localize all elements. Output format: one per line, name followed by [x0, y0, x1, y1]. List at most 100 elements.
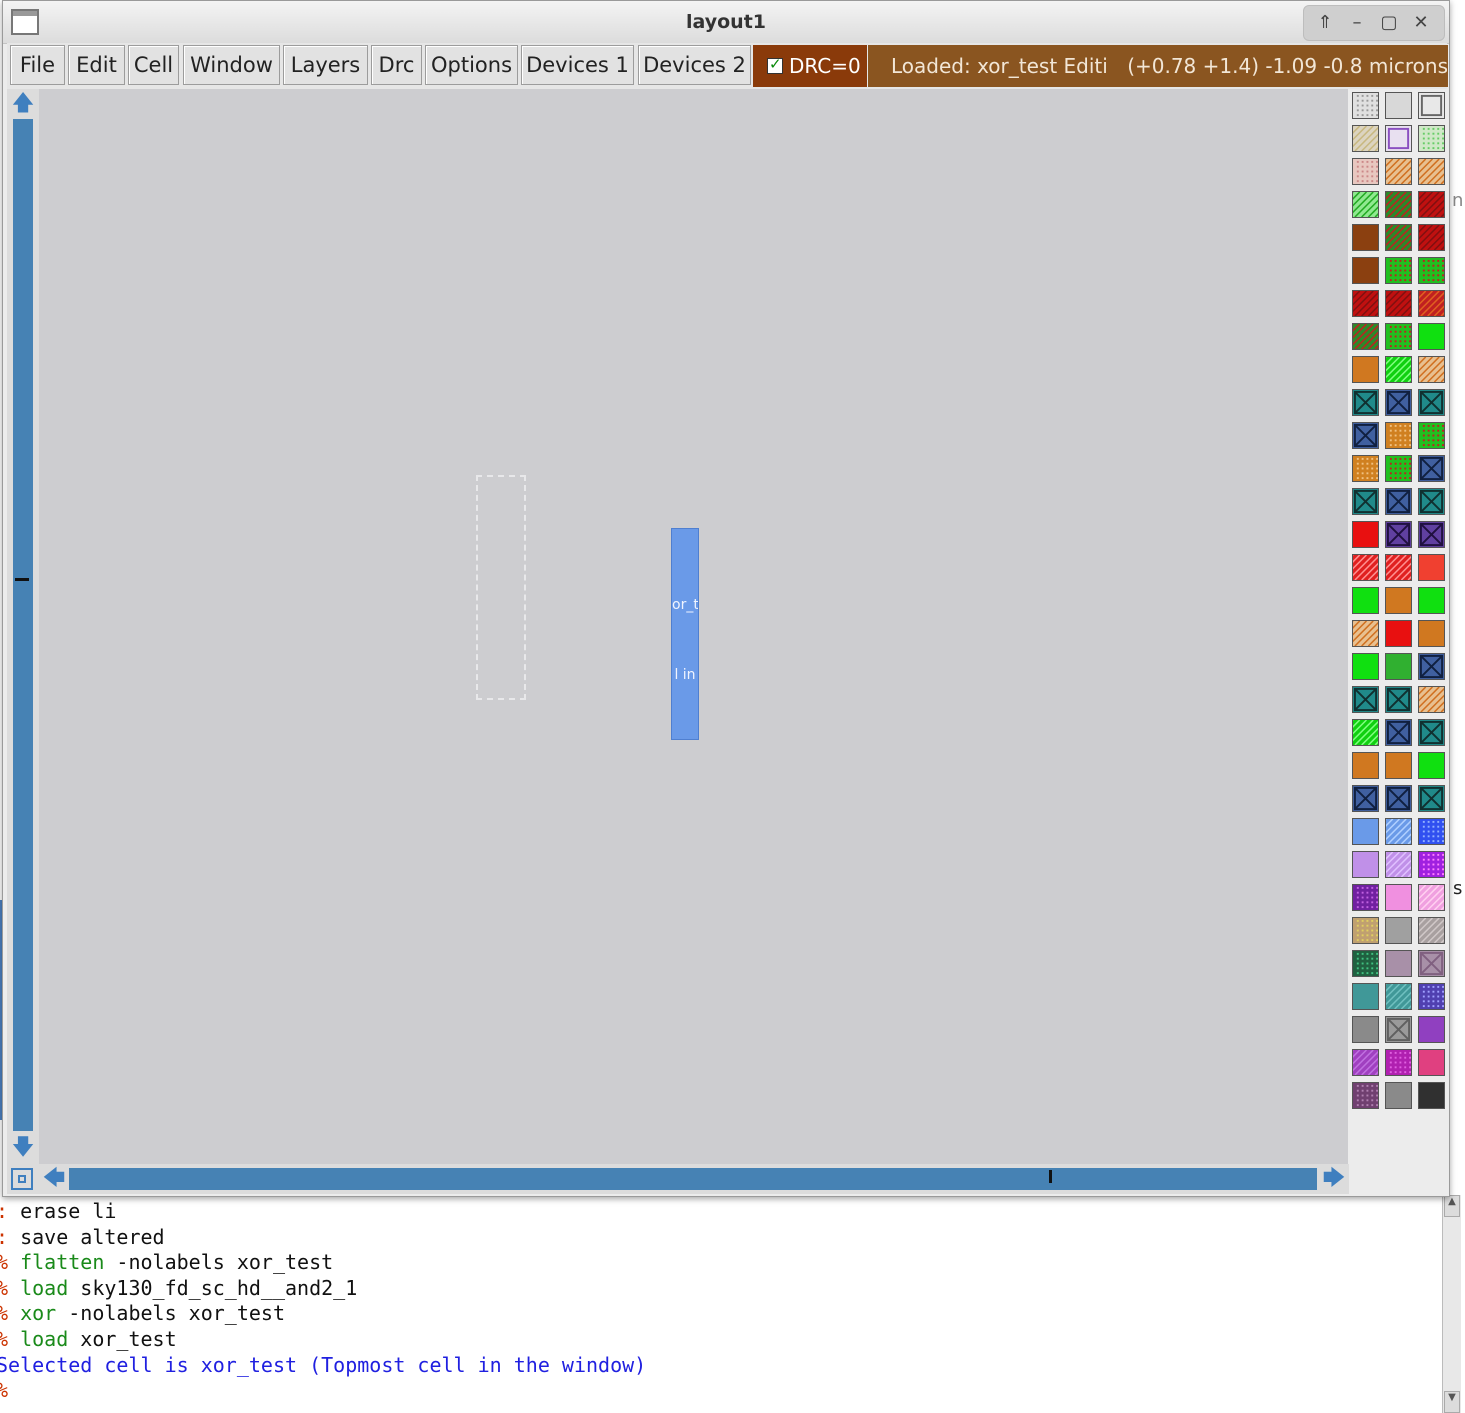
layer-swatch[interactable] — [1418, 752, 1445, 779]
cell-instance[interactable]: or_te l in — [671, 528, 699, 740]
menu-window[interactable]: Window — [183, 45, 280, 85]
layer-swatch[interactable] — [1418, 422, 1445, 449]
layer-swatch[interactable] — [1418, 158, 1445, 185]
layer-swatch[interactable] — [1352, 257, 1379, 284]
layer-swatch[interactable] — [1352, 455, 1379, 482]
console-scrollbar[interactable]: ▲ ▼ — [1442, 1195, 1461, 1413]
layer-swatch[interactable] — [1385, 851, 1412, 878]
layer-swatch[interactable] — [1352, 191, 1379, 218]
layer-swatch[interactable] — [1385, 389, 1412, 416]
console-scroll-up-icon[interactable]: ▲ — [1444, 1195, 1460, 1217]
layer-swatch[interactable] — [1418, 356, 1445, 383]
layer-swatch[interactable] — [1418, 686, 1445, 713]
layer-swatch[interactable] — [1385, 1049, 1412, 1076]
drc-toggle[interactable]: DRC=0 — [753, 45, 867, 87]
layer-swatch[interactable] — [1418, 1016, 1445, 1043]
scroll-right-icon[interactable]: 🡆 — [1321, 1166, 1347, 1192]
layer-swatch[interactable] — [1385, 587, 1412, 614]
maximize-icon[interactable]: ▢ — [1376, 10, 1402, 36]
layer-swatch[interactable] — [1352, 92, 1379, 119]
layer-swatch[interactable] — [1385, 455, 1412, 482]
layer-swatch[interactable] — [1385, 554, 1412, 581]
layer-swatch[interactable] — [1385, 257, 1412, 284]
cell-outline-box[interactable] — [476, 475, 526, 700]
layer-swatch[interactable] — [1352, 554, 1379, 581]
zoom-box-icon[interactable] — [11, 1168, 33, 1190]
layer-swatch[interactable] — [1352, 1016, 1379, 1043]
layer-swatch[interactable] — [1352, 587, 1379, 614]
layer-swatch[interactable] — [1418, 323, 1445, 350]
menu-devices-2[interactable]: Devices 2 — [638, 45, 751, 85]
console-prompt[interactable]: % — [0, 1378, 1436, 1404]
layer-swatch[interactable] — [1352, 290, 1379, 317]
layer-swatch[interactable] — [1385, 620, 1412, 647]
layer-swatch[interactable] — [1418, 587, 1445, 614]
layer-swatch[interactable] — [1352, 917, 1379, 944]
layer-swatch[interactable] — [1352, 521, 1379, 548]
layer-swatch[interactable] — [1352, 224, 1379, 251]
layer-swatch[interactable] — [1385, 719, 1412, 746]
layer-swatch[interactable] — [1385, 1082, 1412, 1109]
layer-swatch[interactable] — [1352, 488, 1379, 515]
layer-swatch[interactable] — [1418, 785, 1445, 812]
layer-swatch[interactable] — [1418, 818, 1445, 845]
layer-swatch[interactable] — [1418, 389, 1445, 416]
layer-swatch[interactable] — [1385, 323, 1412, 350]
menu-devices-1[interactable]: Devices 1 — [521, 45, 634, 85]
menu-layers[interactable]: Layers — [283, 45, 368, 85]
layer-swatch[interactable] — [1418, 224, 1445, 251]
layer-swatch[interactable] — [1352, 818, 1379, 845]
layer-swatch[interactable] — [1418, 851, 1445, 878]
shade-icon[interactable]: ⇑ — [1312, 10, 1338, 36]
horizontal-scroll-marker[interactable] — [1049, 1170, 1052, 1183]
menu-edit[interactable]: Edit — [68, 45, 125, 85]
layer-swatch[interactable] — [1418, 554, 1445, 581]
layer-swatch[interactable] — [1385, 917, 1412, 944]
layer-swatch[interactable] — [1352, 356, 1379, 383]
layer-swatch[interactable] — [1385, 818, 1412, 845]
layer-swatch[interactable] — [1418, 92, 1445, 119]
layer-swatch[interactable] — [1385, 950, 1412, 977]
horizontal-scroll-track[interactable] — [69, 1168, 1317, 1190]
layer-swatch[interactable] — [1418, 488, 1445, 515]
layer-swatch[interactable] — [1385, 224, 1412, 251]
layer-swatch[interactable] — [1418, 653, 1445, 680]
layer-swatch[interactable] — [1418, 950, 1445, 977]
layer-swatch[interactable] — [1418, 1082, 1445, 1109]
layer-swatch[interactable] — [1418, 455, 1445, 482]
layer-swatch[interactable] — [1352, 422, 1379, 449]
layer-swatch[interactable] — [1418, 884, 1445, 911]
title-bar[interactable]: layout1 ⇑ – ▢ ✕ — [3, 1, 1449, 44]
menu-drc[interactable]: Drc — [371, 45, 422, 85]
layer-swatch[interactable] — [1352, 884, 1379, 911]
layer-swatch[interactable] — [1352, 752, 1379, 779]
vertical-scroll-marker[interactable] — [15, 578, 29, 581]
layer-swatch[interactable] — [1418, 521, 1445, 548]
layer-swatch[interactable] — [1385, 983, 1412, 1010]
layer-swatch[interactable] — [1352, 653, 1379, 680]
layer-swatch[interactable] — [1352, 389, 1379, 416]
layer-swatch[interactable] — [1352, 158, 1379, 185]
layer-swatch[interactable] — [1418, 290, 1445, 317]
horizontal-scrollbar[interactable]: 🡄 🡆 — [7, 1164, 1349, 1194]
layer-swatch[interactable] — [1418, 125, 1445, 152]
layer-swatch[interactable] — [1352, 785, 1379, 812]
layer-swatch[interactable] — [1418, 257, 1445, 284]
scroll-left-icon[interactable]: 🡄 — [41, 1166, 67, 1192]
vertical-scrollbar[interactable]: 🡅 🡇 — [7, 89, 39, 1164]
menu-cell[interactable]: Cell — [128, 45, 179, 85]
vertical-scroll-track[interactable] — [13, 119, 33, 1131]
layer-swatch[interactable] — [1352, 851, 1379, 878]
layer-swatch[interactable] — [1418, 620, 1445, 647]
layer-swatch[interactable] — [1385, 290, 1412, 317]
drc-checkbox[interactable] — [767, 55, 783, 74]
layer-swatch[interactable] — [1385, 191, 1412, 218]
layer-swatch[interactable] — [1352, 1082, 1379, 1109]
layer-swatch[interactable] — [1418, 191, 1445, 218]
layer-swatch[interactable] — [1418, 917, 1445, 944]
layer-swatch[interactable] — [1385, 686, 1412, 713]
menu-file[interactable]: File — [10, 45, 65, 85]
console-scroll-down-icon[interactable]: ▼ — [1444, 1391, 1460, 1413]
layer-swatch[interactable] — [1418, 983, 1445, 1010]
menu-options[interactable]: Options — [425, 45, 518, 85]
